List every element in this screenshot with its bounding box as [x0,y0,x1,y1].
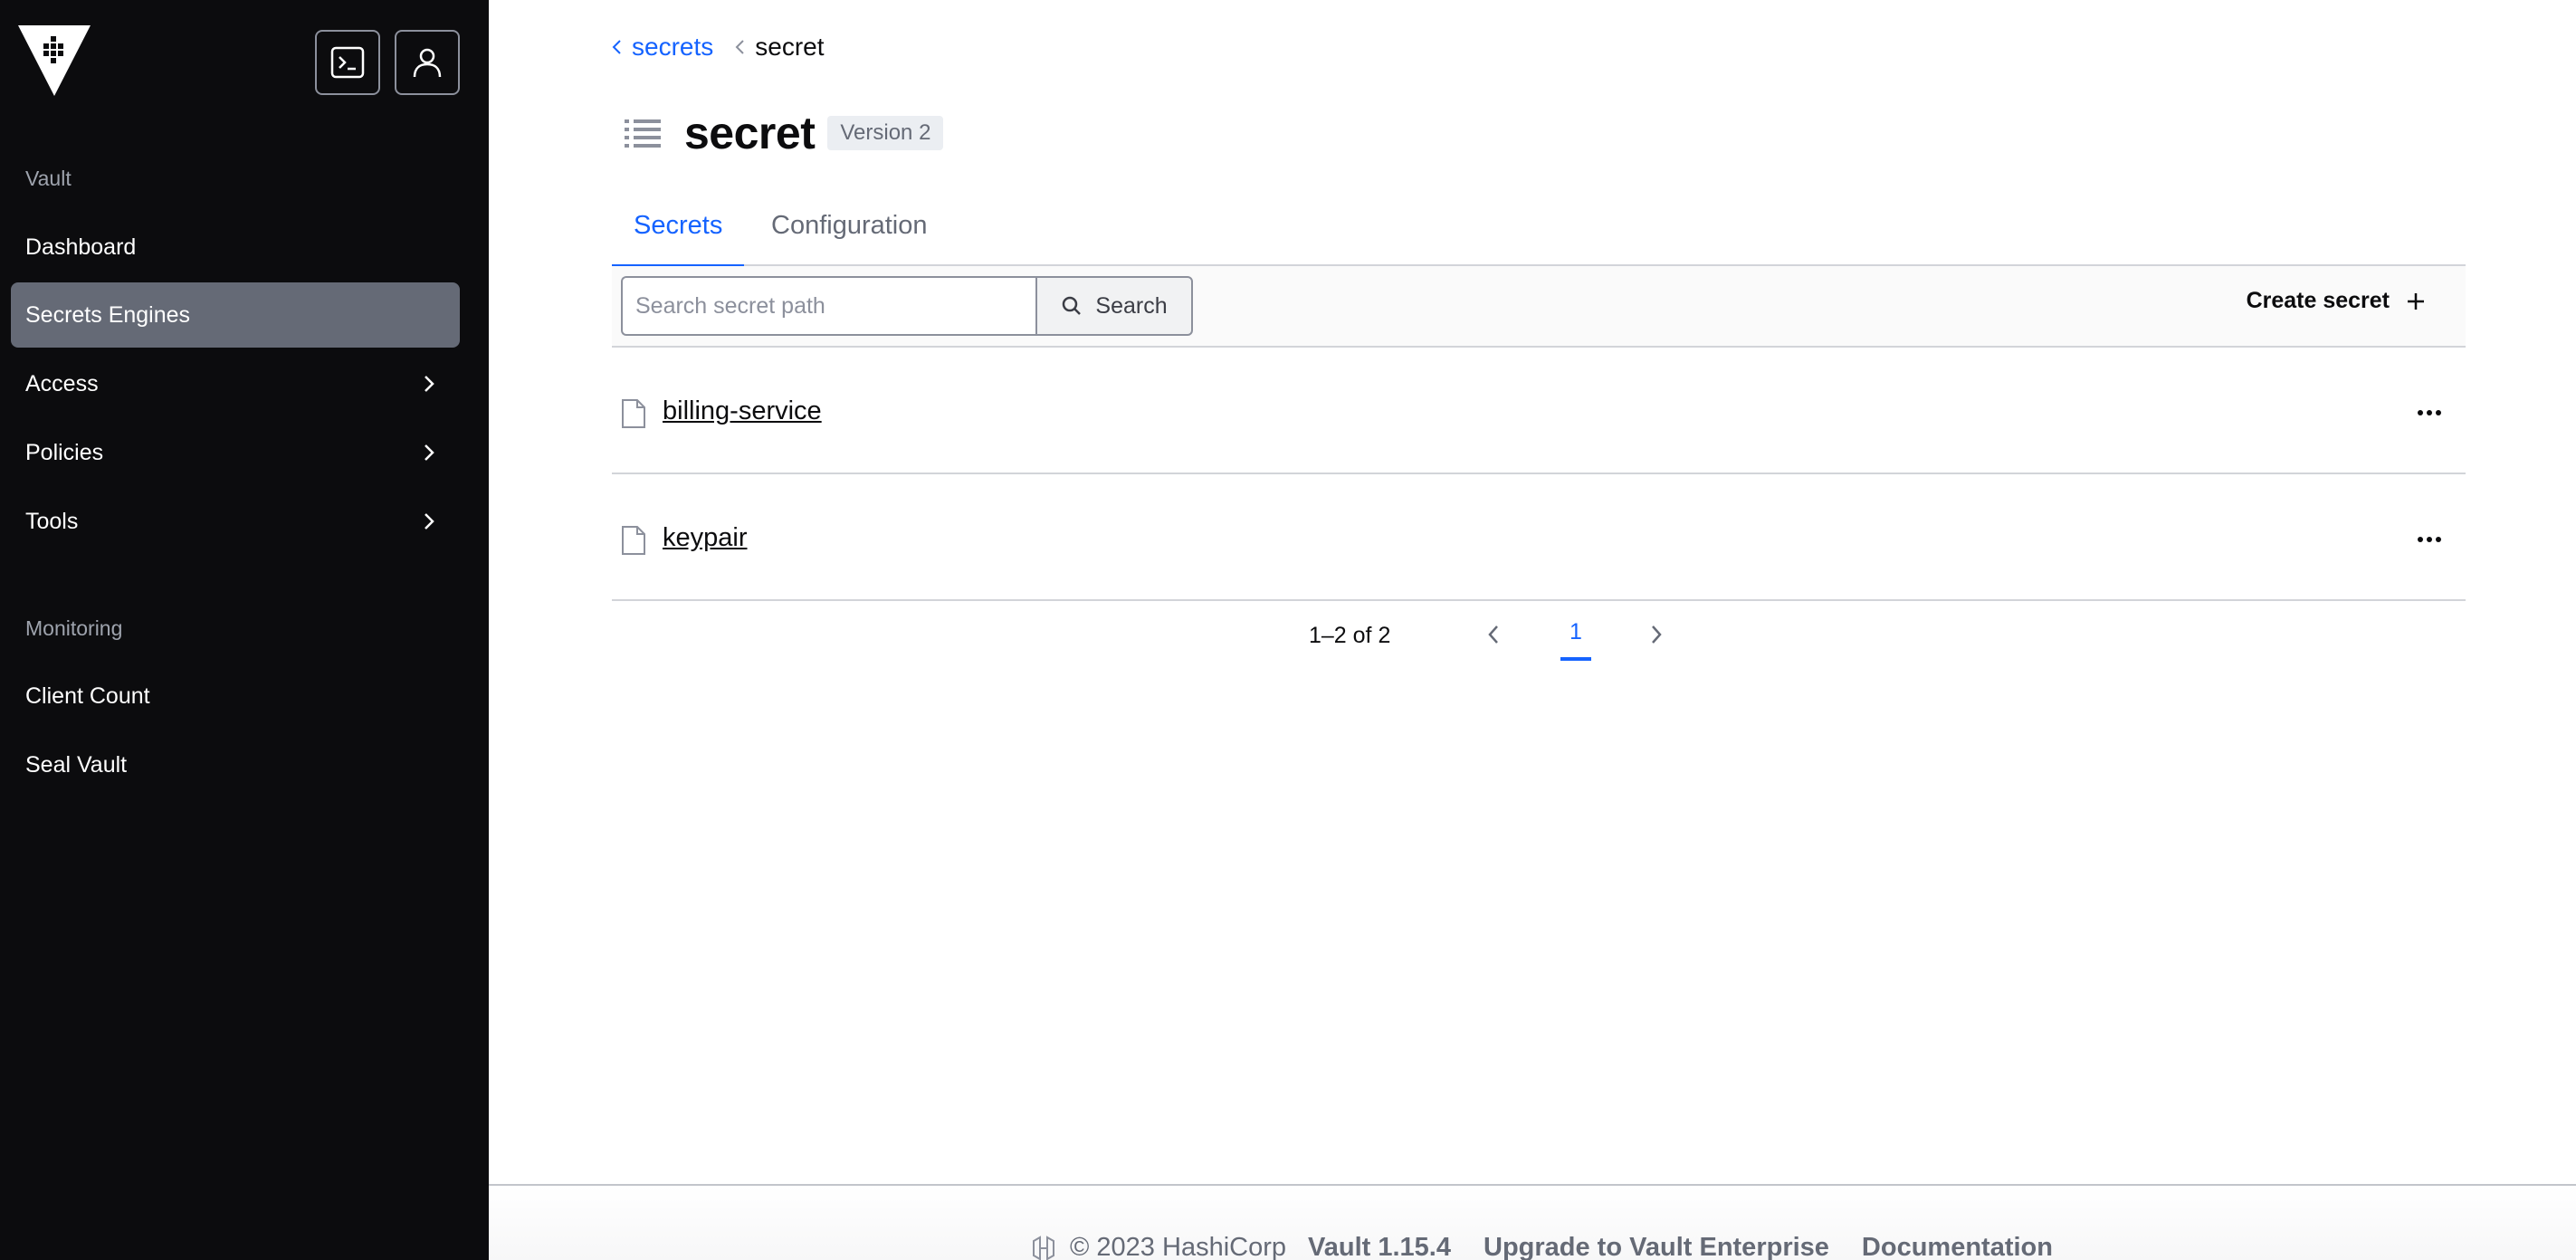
sidebar-item-tools[interactable]: Tools [11,489,460,554]
hashicorp-logo-icon [1033,1235,1054,1260]
nav-section-vault: Vault [25,167,72,190]
breadcrumb-current: secret [755,33,825,61]
user-icon [413,48,442,78]
terminal-icon [330,46,365,79]
breadcrumb-link-secrets[interactable]: secrets [632,33,713,62]
chevron-right-icon [425,513,434,530]
chevron-right-icon [425,376,434,392]
more-horizontal-icon [2418,537,2441,542]
search-button-label: Search [1095,292,1168,319]
page-title: secret [684,108,816,158]
list-icon [625,119,661,148]
page-number-button[interactable]: 1 [1560,619,1591,661]
list-item[interactable]: keypair [612,474,2466,601]
secret-link[interactable]: keypair [663,523,748,553]
secret-link[interactable]: billing-service [663,396,822,426]
sidebar-item-dashboard[interactable]: Dashboard [11,215,460,280]
nav-section-monitoring: Monitoring [25,616,123,640]
tab-configuration[interactable]: Configuration [749,208,949,264]
chevron-left-icon[interactable] [1481,621,1506,648]
user-menu-button[interactable] [395,30,460,95]
more-actions-button[interactable] [2411,395,2447,431]
pagination: 1–2 of 2 1 [612,601,2466,673]
file-icon [622,526,645,555]
version-badge: Version 2 [827,116,944,150]
breadcrumb: secrets secret [610,33,825,62]
sidebar-item-access[interactable]: Access [11,351,460,416]
footer-documentation-link[interactable]: Documentation [1862,1233,2053,1260]
sidebar-item-seal-vault[interactable]: Seal Vault [11,732,460,797]
search-button[interactable]: Search [1035,276,1193,336]
pagination-info: 1–2 of 2 [1309,623,1391,648]
list-item[interactable]: billing-service [612,348,2466,474]
sidebar: Vault Dashboard Secrets Engines Access P… [0,0,489,1260]
vault-logo-icon[interactable] [18,25,91,96]
sidebar-item-label: Client Count [25,682,150,709]
sidebar-item-secrets-engines[interactable]: Secrets Engines [11,282,460,348]
footer-copyright: © 2023 HashiCorp [1070,1233,1286,1260]
file-icon [622,399,645,428]
sidebar-item-label: Secrets Engines [25,301,191,328]
toolbar: Search Create secret [612,266,2466,348]
sidebar-item-label: Policies [25,439,104,465]
sidebar-item-client-count[interactable]: Client Count [11,663,460,729]
sidebar-item-policies[interactable]: Policies [11,420,460,485]
sidebar-item-label: Dashboard [25,234,137,260]
footer-content: © 2023 HashiCorp Vault 1.15.4 Upgrade to… [1030,1233,2053,1260]
page-header: secret Version 2 [625,107,944,159]
more-actions-button[interactable] [2411,521,2447,558]
chevron-right-icon [425,444,434,461]
tab-bar: Secrets Configuration [612,201,2466,268]
chevron-right-icon[interactable] [1644,621,1669,648]
footer-version: Vault 1.15.4 [1308,1233,1451,1260]
create-secret-button[interactable]: Create secret [2247,288,2426,314]
search-icon [1063,296,1082,315]
create-secret-label: Create secret [2246,288,2390,313]
footer: © 2023 HashiCorp Vault 1.15.4 Upgrade to… [489,1184,2576,1260]
more-horizontal-icon [2418,410,2441,415]
chevron-left-icon [612,40,621,54]
plus-icon [2408,292,2424,310]
chevron-left-icon [735,40,744,54]
sidebar-item-label: Access [25,370,99,396]
main-content: secrets secret secret Version 2 Secrets … [489,0,2576,1260]
search-input[interactable] [621,276,1037,336]
sidebar-item-label: Tools [25,508,79,534]
sidebar-item-label: Seal Vault [25,751,128,778]
console-toggle-button[interactable] [315,30,380,95]
tab-secrets[interactable]: Secrets [612,208,745,268]
footer-upgrade-link[interactable]: Upgrade to Vault Enterprise [1484,1233,1829,1260]
